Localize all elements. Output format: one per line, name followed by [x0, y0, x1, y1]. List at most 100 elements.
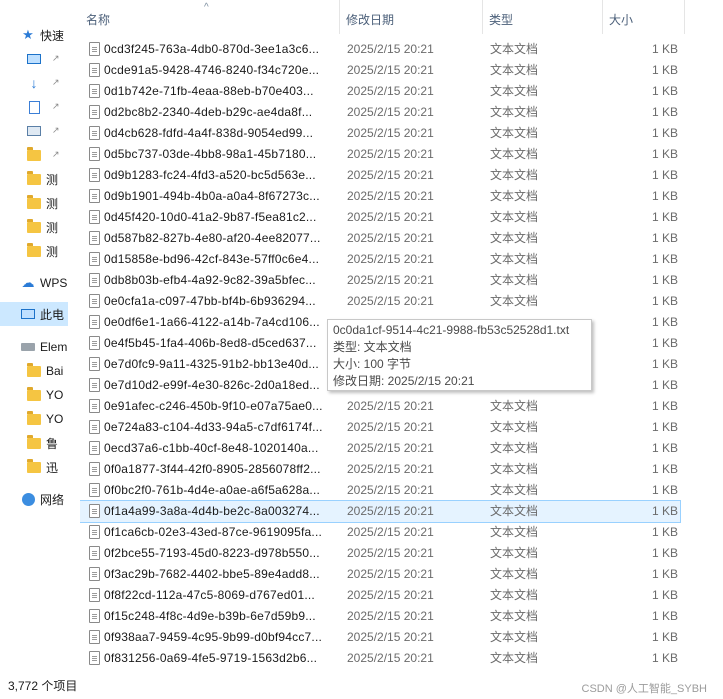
- file-type: 文本文档: [490, 546, 539, 560]
- file-name: 0f3ac29b-7682-4402-bbe5-89e4add8...: [104, 567, 320, 581]
- file-type: 文本文档: [490, 168, 539, 182]
- table-row[interactable]: 0f8f22cd-112a-47c5-8069-d767ed01... 2025/…: [80, 585, 680, 606]
- table-row[interactable]: 0e91afec-c246-450b-9f10-e07a75ae0... 2025…: [80, 396, 680, 417]
- pin-icon: ↗: [52, 125, 60, 135]
- text-file-icon: [89, 315, 100, 329]
- file-type: 文本文档: [490, 483, 539, 497]
- text-file-icon: [89, 567, 100, 581]
- table-row[interactable]: 0e724a83-c104-4d33-94a5-c7df6174f... 2025…: [80, 417, 680, 438]
- file-type: 文本文档: [490, 273, 539, 287]
- file-date: 2025/2/15 20:21: [347, 588, 434, 602]
- nav-item-13[interactable]: Bai: [0, 360, 68, 382]
- nav-item-12[interactable]: Elem: [0, 336, 68, 358]
- column-name-header[interactable]: 名称: [80, 0, 340, 34]
- table-row[interactable]: 0cde91a5-9428-4746-8240-f34c720e... 2025/…: [80, 60, 680, 81]
- nav-item-9[interactable]: 测: [0, 240, 68, 262]
- nav-item-7[interactable]: 测: [0, 192, 68, 214]
- pin-icon: ↗: [52, 101, 60, 111]
- file-size: 1 KB: [651, 588, 678, 602]
- watermark: CSDN @人工智能_SYBH: [581, 683, 707, 695]
- file-size: 1 KB: [651, 42, 678, 56]
- nav-item-6[interactable]: 测: [0, 168, 68, 190]
- file-name: 0e7d10d2-e99f-4e30-826c-2d0a18ed...: [104, 378, 320, 392]
- folder-icon: [26, 242, 42, 259]
- tooltip-size: 大小: 100 字节: [333, 357, 412, 371]
- table-row[interactable]: 0cd3f245-763a-4db0-870d-3ee1a3c6... 2025/…: [80, 39, 680, 60]
- table-row[interactable]: 0d1b742e-71fb-4eaa-88eb-b70e403... 2025/2…: [80, 81, 680, 102]
- file-type: 文本文档: [490, 84, 539, 98]
- folder-icon: [26, 434, 42, 451]
- table-row[interactable]: 0f0a1877-3f44-42f0-8905-2856078ff2... 202…: [80, 459, 680, 480]
- table-row[interactable]: 0f831256-0a69-4fe5-9719-1563d2b6... 2025/…: [80, 648, 680, 669]
- nav-item-17[interactable]: 迅: [0, 456, 68, 478]
- nav-item-2[interactable]: ↓ ↗: [0, 72, 68, 94]
- file-type: 文本文档: [490, 252, 539, 266]
- file-name: 0e0cfa1a-c097-47bb-bf4b-6b936294...: [104, 294, 316, 308]
- nav-item-14[interactable]: YO: [0, 384, 68, 406]
- text-file-icon: [89, 441, 100, 455]
- nav-item-label: WPS: [40, 276, 68, 290]
- table-row[interactable]: 0d2bc8b2-2340-4deb-b29c-ae4da8f... 2025/2…: [80, 102, 680, 123]
- table-row[interactable]: 0db8b03b-efb4-4a92-9c82-39a5bfec... 2025/…: [80, 270, 680, 291]
- nav-item-15[interactable]: YO: [0, 408, 68, 430]
- file-size: 1 KB: [651, 651, 678, 665]
- file-name: 0f831256-0a69-4fe5-9719-1563d2b6...: [104, 651, 318, 665]
- file-info-tooltip: 0c0da1cf-9514-4c21-9988-fb53c52528d1.txt…: [327, 319, 592, 391]
- text-file-icon: [89, 147, 100, 161]
- table-row[interactable]: 0ecd37a6-c1bb-40cf-8e48-1020140a... 2025/…: [80, 438, 680, 459]
- table-row[interactable]: 0f15c248-4f8c-4d9e-b39b-6e7d59b9... 2025/…: [80, 606, 680, 627]
- table-row[interactable]: 0f2bce55-7193-45d0-8223-d978b550... 2025/…: [80, 543, 680, 564]
- nav-item-8[interactable]: 测: [0, 216, 68, 238]
- column-size-header[interactable]: 大小: [603, 0, 685, 34]
- file-date: 2025/2/15 20:21: [347, 105, 434, 119]
- nav-item-label: 网络: [40, 492, 65, 507]
- nav-item-4[interactable]: ↗: [0, 120, 68, 142]
- table-row[interactable]: 0d4cb628-fdfd-4a4f-838d-9054ed99... 2025/…: [80, 123, 680, 144]
- table-row[interactable]: 0d9b1901-494b-4b0a-a0a4-8f67273c... 2025/…: [80, 186, 680, 207]
- cloud-icon: ☁: [21, 275, 35, 290]
- nav-item-1[interactable]: ↗: [0, 48, 68, 70]
- drive-icon: [20, 339, 36, 355]
- file-name: 0f1a4a99-3a8a-4d4b-be2c-8a003274...: [104, 504, 320, 518]
- picture-icon: [26, 123, 42, 139]
- nav-item-16[interactable]: 鲁: [0, 432, 68, 454]
- file-size: 1 KB: [651, 315, 678, 329]
- table-row[interactable]: 0d45f420-10d0-41a2-9b87-f5ea81c2... 2025/…: [80, 207, 680, 228]
- text-file-icon: [89, 651, 100, 665]
- text-file-icon: [89, 294, 100, 308]
- desktop-icon: [26, 51, 42, 67]
- nav-item-10[interactable]: ☁ WPS: [0, 272, 68, 294]
- column-type-header[interactable]: 类型: [483, 0, 603, 34]
- file-name: 0cde91a5-9428-4746-8240-f34c720e...: [104, 63, 320, 77]
- file-date: 2025/2/15 20:21: [347, 441, 434, 455]
- table-row[interactable]: 0f3ac29b-7682-4402-bbe5-89e4add8... 2025/…: [80, 564, 680, 585]
- text-file-icon: [89, 588, 100, 602]
- file-size: 1 KB: [651, 630, 678, 644]
- file-date: 2025/2/15 20:21: [347, 651, 434, 665]
- table-row[interactable]: 0d9b1283-fc24-4fd3-a520-bc5d563e... 2025/…: [80, 165, 680, 186]
- table-row[interactable]: 0f1a4a99-3a8a-4d4b-be2c-8a003274... 2025/…: [80, 500, 681, 523]
- file-date: 2025/2/15 20:21: [347, 504, 434, 518]
- nav-item-5[interactable]: ↗: [0, 144, 68, 166]
- nav-item-18[interactable]: 网络: [0, 488, 68, 510]
- column-date-header[interactable]: 修改日期: [340, 0, 483, 34]
- file-name: 0f938aa7-9459-4c95-9b99-d0bf94cc7...: [104, 630, 323, 644]
- nav-item-3[interactable]: ↗: [0, 96, 68, 118]
- table-row[interactable]: 0f1ca6cb-02e3-43ed-87ce-9619095fa... 2025…: [80, 522, 680, 543]
- file-type: 文本文档: [490, 441, 539, 455]
- file-name: 0cd3f245-763a-4db0-870d-3ee1a3c6...: [104, 42, 320, 56]
- table-row[interactable]: 0d15858e-bd96-42cf-843e-57ff0c6e4... 2025…: [80, 249, 680, 270]
- table-row[interactable]: 0f938aa7-9459-4c95-9b99-d0bf94cc7... 2025…: [80, 627, 680, 648]
- file-size: 1 KB: [651, 105, 678, 119]
- table-row[interactable]: 0e0cfa1a-c097-47bb-bf4b-6b936294... 2025/…: [80, 291, 680, 312]
- file-type: 文本文档: [490, 609, 539, 623]
- nav-item-0[interactable]: ★ 快速: [0, 24, 68, 46]
- nav-item-11[interactable]: 此电: [0, 303, 68, 325]
- table-row[interactable]: 0d587b82-827b-4e80-af20-4ee82077... 2025/…: [80, 228, 680, 249]
- file-size: 1 KB: [651, 567, 678, 581]
- table-row[interactable]: 0f0bc2f0-761b-4d4e-a0ae-a6f5a628a... 2025…: [80, 480, 680, 501]
- text-file-icon: [89, 105, 100, 119]
- table-row[interactable]: 0d5bc737-03de-4bb8-98a1-45b7180... 2025/2…: [80, 144, 680, 165]
- file-date: 2025/2/15 20:21: [347, 525, 434, 539]
- file-date: 2025/2/15 20:21: [347, 84, 434, 98]
